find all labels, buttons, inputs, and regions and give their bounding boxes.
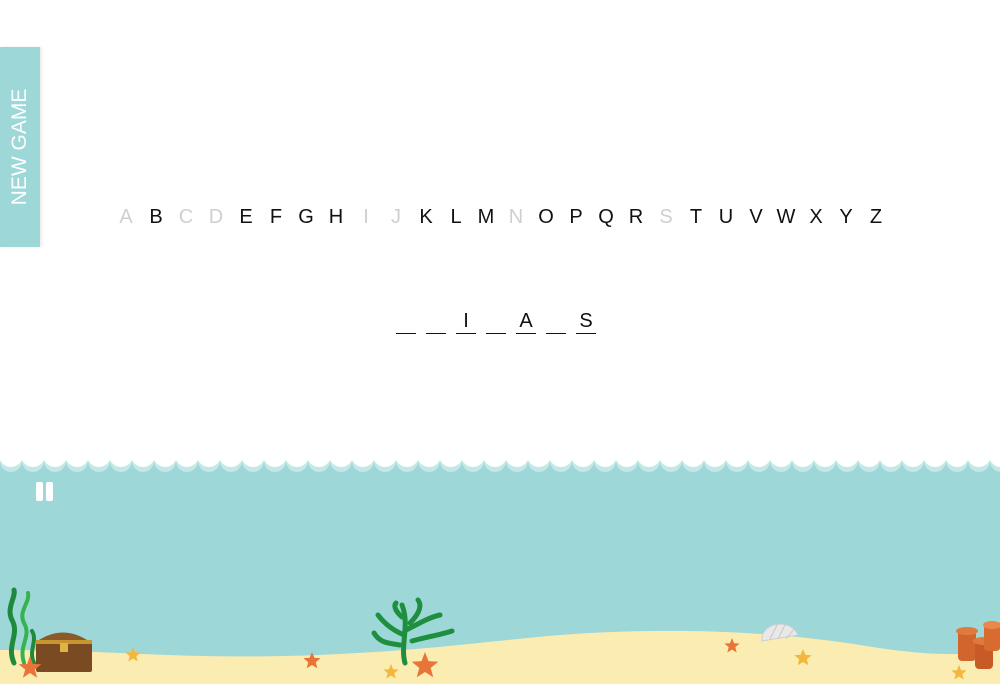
letter-key-m[interactable]: M bbox=[471, 204, 501, 230]
letter-key-o[interactable]: O bbox=[531, 204, 561, 230]
pause-icon bbox=[36, 482, 43, 501]
letter-key-b[interactable]: B bbox=[141, 204, 171, 230]
letter-key-z[interactable]: Z bbox=[861, 204, 891, 230]
word-slot: I bbox=[456, 308, 476, 334]
letter-key-v[interactable]: V bbox=[741, 204, 771, 230]
letter-key-r[interactable]: R bbox=[621, 204, 651, 230]
letter-key-q[interactable]: Q bbox=[591, 204, 621, 230]
letter-key-n: N bbox=[508, 206, 524, 228]
letter-key-d: D bbox=[208, 206, 224, 228]
waves bbox=[0, 445, 1000, 472]
letter-key-h[interactable]: H bbox=[321, 204, 351, 230]
letter-key-w[interactable]: W bbox=[771, 204, 801, 230]
word-slot bbox=[486, 308, 506, 334]
word-slot bbox=[546, 308, 566, 334]
letter-key-l[interactable]: L bbox=[441, 204, 471, 230]
letter-key-t[interactable]: T bbox=[681, 204, 711, 230]
new-game-label: NEW GAME bbox=[8, 88, 31, 206]
ocean-scene bbox=[0, 445, 1000, 684]
letter-key-u[interactable]: U bbox=[711, 204, 741, 230]
letter-key-e[interactable]: E bbox=[231, 204, 261, 230]
letter-key-p[interactable]: P bbox=[561, 204, 591, 230]
letter-key-s: S bbox=[659, 206, 673, 228]
word-display: IAS bbox=[396, 308, 596, 334]
letter-key-c: C bbox=[178, 206, 194, 228]
word-slot: S bbox=[576, 308, 596, 334]
letter-key-k[interactable]: K bbox=[411, 204, 441, 230]
pause-icon-bar bbox=[46, 482, 53, 501]
word-slot: A bbox=[516, 308, 536, 334]
word-slot bbox=[396, 308, 416, 334]
word-slot bbox=[426, 308, 446, 334]
letter-key-y[interactable]: Y bbox=[831, 204, 861, 230]
letter-key-j: J bbox=[391, 206, 401, 228]
treasure-chest-icon bbox=[36, 632, 92, 672]
new-game-button[interactable]: NEW GAME bbox=[0, 47, 40, 247]
letter-key-a: A bbox=[119, 206, 133, 228]
letter-key-i: I bbox=[363, 206, 369, 228]
letter-key-g[interactable]: G bbox=[291, 204, 321, 230]
pause-button[interactable] bbox=[34, 480, 56, 502]
letter-key-x[interactable]: X bbox=[801, 204, 831, 230]
alphabet-keyboard: ABCDEFGHIJKLMNOPQRSTUVWXYZ bbox=[111, 204, 891, 230]
letter-key-f[interactable]: F bbox=[261, 204, 291, 230]
